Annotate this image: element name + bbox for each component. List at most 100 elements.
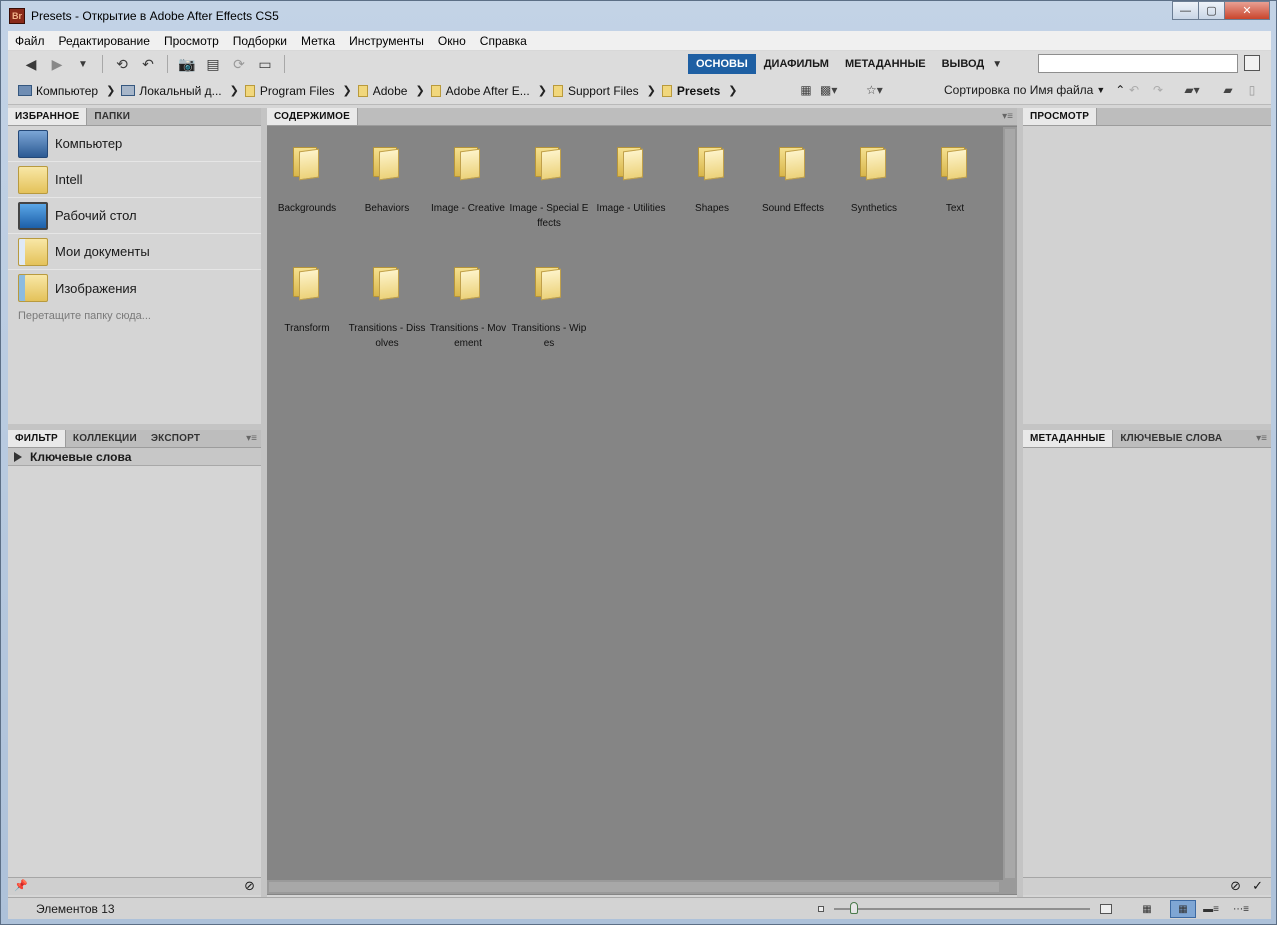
tab-preview[interactable]: ПРОСМОТР	[1023, 108, 1098, 125]
panel-menu-icon[interactable]: ▾≡	[1002, 111, 1013, 122]
quality-options-icon[interactable]: ▦	[798, 83, 814, 98]
tab-folders[interactable]: ПАПКИ	[87, 108, 137, 125]
filter-keywords-row[interactable]: Ключевые слова	[8, 448, 261, 466]
folder-thumbnail[interactable]: Synthetics	[834, 147, 914, 216]
chevron-right-icon[interactable]: ❯	[647, 84, 656, 97]
workspace-metadata[interactable]: МЕТАДАННЫЕ	[837, 54, 934, 74]
breadcrumb-computer[interactable]: Компьютер ❯	[18, 84, 115, 98]
sort-dropdown[interactable]: Сортировка по Имя файла ▼ ⌃	[944, 83, 1125, 97]
close-button[interactable]: ✕	[1224, 1, 1270, 20]
workspace-output[interactable]: ВЫВОД	[934, 54, 993, 74]
rotate-right-icon[interactable]: ↷	[1150, 83, 1166, 98]
new-folder-icon[interactable]: ▰	[1220, 83, 1236, 98]
forward-arrow-icon[interactable]: ▶	[46, 54, 68, 74]
expand-triangle-icon[interactable]	[14, 451, 22, 462]
tab-content[interactable]: СОДЕРЖИМОЕ	[267, 108, 358, 125]
thumbnail-size-slider[interactable]	[834, 908, 1090, 910]
details-view-icon[interactable]: ▬≡	[1198, 900, 1224, 918]
recent-folders-icon[interactable]: ⟲	[111, 54, 133, 74]
folder-thumbnail[interactable]: Image - Creative	[428, 147, 508, 216]
folder-thumbnail[interactable]: Transitions - Dissolves	[347, 267, 427, 351]
chevron-right-icon[interactable]: ❯	[343, 84, 352, 97]
pin-icon[interactable]: 📌	[14, 879, 28, 892]
tab-collections[interactable]: КОЛЛЕКЦИИ	[66, 430, 144, 447]
camera-download-icon[interactable]: 📷	[176, 54, 198, 74]
clear-metadata-icon[interactable]: ⊘	[1230, 878, 1241, 894]
panel-menu-icon[interactable]: ▾≡	[246, 433, 257, 444]
open-recent-icon[interactable]: ▰▾	[1184, 83, 1200, 98]
chevron-right-icon[interactable]: ❯	[230, 84, 239, 97]
minimize-button[interactable]: —	[1172, 1, 1199, 20]
refine-icon[interactable]: ▤	[202, 54, 224, 74]
breadcrumb-support-files[interactable]: Support Files ❯	[552, 84, 656, 98]
breadcrumb-presets[interactable]: Presets ❯	[661, 84, 737, 98]
folder-thumbnail[interactable]: Behaviors	[347, 147, 427, 216]
sort-ascending-icon[interactable]: ⌃	[1115, 83, 1125, 97]
workspace-essentials[interactable]: ОСНОВЫ	[688, 54, 756, 74]
chevron-right-icon[interactable]: ❯	[728, 84, 737, 97]
folder-thumbnail[interactable]: Backgrounds	[267, 147, 347, 216]
breadcrumb-adobe[interactable]: Adobe ❯	[357, 84, 425, 98]
panel-menu-icon[interactable]: ▾≡	[1256, 433, 1267, 444]
star-filter-icon[interactable]: ☆▾	[866, 83, 883, 98]
large-thumbnail-icon[interactable]	[1100, 904, 1112, 914]
favorite-item-intell[interactable]: Intell	[8, 162, 261, 198]
slider-thumb[interactable]	[850, 902, 858, 914]
folder-thumbnail[interactable]: Image - Utilities	[591, 147, 671, 216]
content-vertical-scrollbar[interactable]	[1003, 127, 1017, 880]
rotate-left-icon[interactable]: ↶	[1126, 83, 1142, 98]
chevron-right-icon[interactable]: ❯	[415, 84, 424, 97]
tab-favorites[interactable]: ИЗБРАННОЕ	[8, 108, 88, 125]
clear-filter-icon[interactable]: ⊘	[244, 878, 255, 894]
history-dropdown-icon[interactable]: ▼	[72, 54, 94, 74]
maximize-button[interactable]: ▢	[1198, 1, 1225, 20]
folder-thumbnail[interactable]: Text	[915, 147, 995, 216]
folder-thumbnail[interactable]: Image - Special Effects	[509, 147, 589, 231]
menu-help[interactable]: Справка	[473, 34, 534, 48]
thumbnail-label: Transitions - Dissolves	[348, 323, 426, 349]
menu-stacks[interactable]: Подборки	[226, 34, 294, 48]
favorite-item-desktop[interactable]: Рабочий стол	[8, 198, 261, 234]
tab-keywords[interactable]: КЛЮЧЕВЫЕ СЛОВА	[1113, 430, 1229, 447]
folder-thumbnail[interactable]: Transform	[267, 267, 347, 336]
menu-edit[interactable]: Редактирование	[52, 34, 157, 48]
delete-icon[interactable]: ▯	[1244, 83, 1260, 98]
thumbnail-quality-icon[interactable]: ▩▾	[820, 83, 837, 98]
tab-export[interactable]: ЭКСПОРТ	[144, 430, 207, 447]
chevron-right-icon[interactable]: ❯	[106, 84, 115, 97]
favorite-item-pictures[interactable]: Изображения	[8, 270, 261, 306]
small-thumbnail-icon[interactable]	[818, 906, 824, 912]
back-arrow-icon[interactable]: ◀	[20, 54, 42, 74]
menu-file[interactable]: Файл	[8, 34, 52, 48]
chevron-right-icon[interactable]: ❯	[538, 84, 547, 97]
workspace-filmstrip[interactable]: ДИАФИЛЬМ	[756, 54, 837, 74]
title-bar[interactable]: Br Presets - Открытие в Adobe After Effe…	[1, 1, 1276, 31]
folder-thumbnail[interactable]: Sound Effects	[753, 147, 833, 216]
menu-window[interactable]: Окно	[431, 34, 473, 48]
thumbnail-view-icon[interactable]: ▦	[1170, 900, 1196, 918]
rotate-icon[interactable]: ⟳	[228, 54, 250, 74]
bridge-app-icon[interactable]: Br	[9, 8, 25, 24]
tab-metadata[interactable]: МЕТАДАННЫЕ	[1023, 430, 1114, 447]
folder-thumbnail[interactable]: Transitions - Wipes	[509, 267, 589, 351]
menu-label[interactable]: Метка	[294, 34, 342, 48]
folder-thumbnail[interactable]: Shapes	[672, 147, 752, 216]
reveal-recent-icon[interactable]: ↶	[137, 54, 159, 74]
breadcrumb-program-files[interactable]: Program Files ❯	[244, 84, 352, 98]
favorite-item-documents[interactable]: Мои документы	[8, 234, 261, 270]
tab-filter[interactable]: ФИЛЬТР	[8, 430, 66, 447]
breadcrumb-after-effects[interactable]: Adobe After E... ❯	[430, 84, 547, 98]
compact-mode-icon[interactable]	[1244, 55, 1260, 71]
menu-view[interactable]: Просмотр	[157, 34, 226, 48]
open-in-camera-raw-icon[interactable]: ▭	[254, 54, 276, 74]
workspace-more-chevron-icon[interactable]: ▼	[992, 59, 1002, 70]
apply-checkmark-icon[interactable]: ✓	[1252, 878, 1263, 894]
grid-lock-icon[interactable]: ▦	[1134, 900, 1160, 918]
menu-tools[interactable]: Инструменты	[342, 34, 431, 48]
favorite-item-computer[interactable]: Компьютер	[8, 126, 261, 162]
search-input[interactable]	[1038, 54, 1238, 73]
list-view-icon[interactable]: ⋯≡	[1228, 900, 1254, 918]
breadcrumb-local-disk[interactable]: Локальный д... ❯	[121, 84, 239, 98]
folder-thumbnail[interactable]: Transitions - Movement	[428, 267, 508, 351]
content-horizontal-scrollbar[interactable]	[267, 880, 1017, 894]
